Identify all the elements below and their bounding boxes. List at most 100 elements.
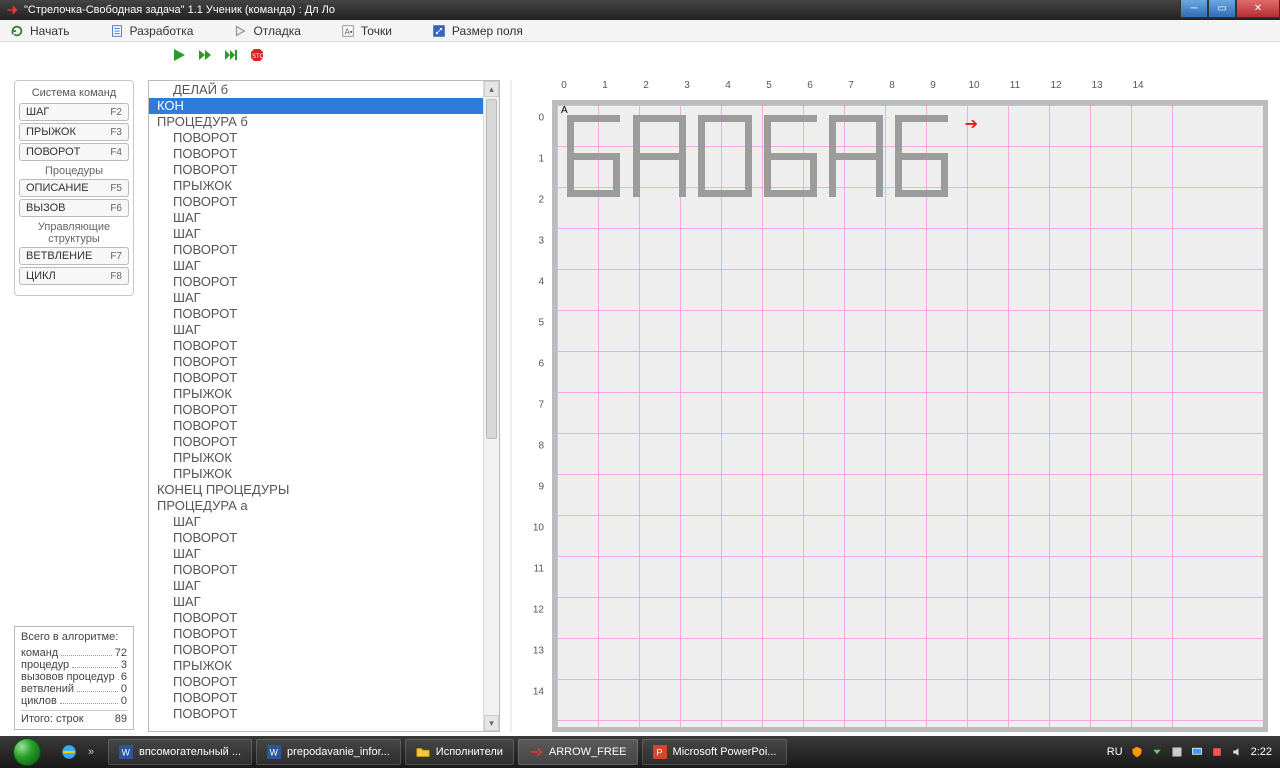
run-button[interactable] xyxy=(170,46,188,64)
code-line[interactable]: ШАГ xyxy=(149,258,483,274)
ruler-left: 01234567891011121314 xyxy=(522,108,548,732)
code-line[interactable]: ШАГ xyxy=(149,514,483,530)
tray-action-icon[interactable] xyxy=(1211,746,1223,758)
clock[interactable]: 2:22 xyxy=(1251,746,1272,758)
code-line[interactable]: ПОВОРОТ xyxy=(149,642,483,658)
code-line[interactable]: ПОВОРОТ xyxy=(149,338,483,354)
fast-forward-button[interactable] xyxy=(196,46,214,64)
code-line[interactable]: ШАГ xyxy=(149,226,483,242)
palette-btn-описание[interactable]: ОПИСАНИЕF5 xyxy=(19,179,129,197)
palette-btn-поворот[interactable]: ПОВОРОТF4 xyxy=(19,143,129,161)
tray-shield-icon[interactable] xyxy=(1131,746,1143,758)
code-line[interactable]: ПРЫЖОК xyxy=(149,658,483,674)
menu-debug[interactable]: Отладка xyxy=(233,24,300,38)
start-button[interactable] xyxy=(0,736,54,768)
palette-btn-шаг[interactable]: ШАГF2 xyxy=(19,103,129,121)
stats-title: Всего в алгоритме: xyxy=(21,631,127,643)
code-line[interactable]: ПОВОРОТ xyxy=(149,354,483,370)
menu-fieldsize[interactable]: Размер поля xyxy=(432,24,523,38)
taskbar-item[interactable]: ARROW_FREE xyxy=(518,739,638,765)
taskbar-item[interactable]: PMicrosoft PowerPoi... xyxy=(642,739,788,765)
code-line[interactable]: ПОВОРОТ xyxy=(149,418,483,434)
code-line[interactable]: ПОВОРОТ xyxy=(149,370,483,386)
menu-develop[interactable]: Разработка xyxy=(110,24,194,38)
code-line[interactable]: ШАГ xyxy=(149,210,483,226)
system-tray: RU 2:22 xyxy=(1107,746,1280,758)
code-line[interactable]: ПОВОРОТ xyxy=(149,146,483,162)
stop-button[interactable]: STOP xyxy=(248,46,266,64)
code-line[interactable]: КОНЕЦ ПРОЦЕДУРЫ xyxy=(149,482,483,498)
code-line[interactable]: ПОВОРОТ xyxy=(149,194,483,210)
tray-generic-icon[interactable] xyxy=(1171,746,1183,758)
code-line[interactable]: ПОВОРОТ xyxy=(149,162,483,178)
code-line[interactable]: ПОВОРОТ xyxy=(149,130,483,146)
taskbar-item[interactable]: Wprepodavanie_infor... xyxy=(256,739,401,765)
points-icon: A• xyxy=(341,24,355,38)
code-line[interactable]: ПОВОРОТ xyxy=(149,674,483,690)
document-icon xyxy=(110,24,124,38)
code-listing[interactable]: ДЕЛАЙ бКОНПРОЦЕДУРА бПОВОРОТПОВОРОТПОВОР… xyxy=(148,80,500,732)
resize-icon xyxy=(432,24,446,38)
code-line[interactable]: ПРОЦЕДУРА б xyxy=(149,114,483,130)
code-line[interactable]: ПОВОРОТ xyxy=(149,434,483,450)
svg-text:STOP: STOP xyxy=(252,54,265,60)
palette-btn-вызов[interactable]: ВЫЗОВF6 xyxy=(19,199,129,217)
point-a-label: A xyxy=(561,105,568,116)
scroll-down-button[interactable]: ▾ xyxy=(484,715,499,731)
code-line[interactable]: КОН xyxy=(149,98,483,114)
palette-btn-ветвление[interactable]: ВЕТВЛЕНИЕF7 xyxy=(19,247,129,265)
ie-icon[interactable] xyxy=(60,743,78,761)
tray-volume-icon[interactable] xyxy=(1231,746,1243,758)
code-line[interactable]: ПОВОРОТ xyxy=(149,562,483,578)
code-line[interactable]: ДЕЛАЙ б xyxy=(149,82,483,98)
language-indicator[interactable]: RU xyxy=(1107,746,1123,758)
grid-frame: A ➔ xyxy=(552,100,1268,732)
menu-start[interactable]: Начать xyxy=(10,24,70,38)
stats-panel: Всего в алгоритме: команд72процедур3вызо… xyxy=(14,626,134,730)
palette-subtitle-structures: Управляющие структуры xyxy=(19,221,129,245)
code-line[interactable]: ПРЫЖОК xyxy=(149,386,483,402)
code-line[interactable]: ПОВОРОТ xyxy=(149,274,483,290)
code-line[interactable]: ШАГ xyxy=(149,578,483,594)
close-button[interactable]: ✕ xyxy=(1236,0,1280,18)
code-line[interactable]: ПРЫЖОК xyxy=(149,178,483,194)
menu-points[interactable]: A• Точки xyxy=(341,24,392,38)
quick-launch: » xyxy=(54,743,106,761)
play-outline-icon xyxy=(233,24,247,38)
maximize-button[interactable]: ▭ xyxy=(1208,0,1236,18)
code-line[interactable]: ПОВОРОТ xyxy=(149,690,483,706)
windows-orb-icon xyxy=(13,738,41,766)
scroll-up-button[interactable]: ▴ xyxy=(484,81,499,97)
code-line[interactable]: ПОВОРОТ xyxy=(149,402,483,418)
minimize-button[interactable]: ─ xyxy=(1180,0,1208,18)
code-line[interactable]: ПРЫЖОК xyxy=(149,450,483,466)
code-line[interactable]: ПРЫЖОК xyxy=(149,466,483,482)
palette-subtitle-procedures: Процедуры xyxy=(19,165,129,177)
code-line[interactable]: ПОВОРОТ xyxy=(149,626,483,642)
code-line[interactable]: ПРОЦЕДУРА a xyxy=(149,498,483,514)
code-line[interactable]: ШАГ xyxy=(149,322,483,338)
app-icon xyxy=(6,4,18,16)
code-line[interactable]: ШАГ xyxy=(149,546,483,562)
code-line[interactable]: ШАГ xyxy=(149,594,483,610)
tray-monitor-icon[interactable] xyxy=(1191,746,1203,758)
code-line[interactable]: ПОВОРОТ xyxy=(149,242,483,258)
refresh-icon xyxy=(10,24,24,38)
step-button[interactable] xyxy=(222,46,240,64)
quick-chevron[interactable]: » xyxy=(82,743,100,761)
palette-btn-прыжок[interactable]: ПРЫЖОКF3 xyxy=(19,123,129,141)
taskbar: » Wвпсомогательный ...Wprepodavanie_info… xyxy=(0,736,1280,768)
code-line[interactable]: ПОВОРОТ xyxy=(149,706,483,722)
scrollbar[interactable]: ▴ ▾ xyxy=(483,81,499,731)
code-line[interactable]: ШАГ xyxy=(149,290,483,306)
scroll-thumb[interactable] xyxy=(486,99,497,439)
taskbar-item[interactable]: Исполнители xyxy=(405,739,514,765)
palette-btn-цикл[interactable]: ЦИКЛF8 xyxy=(19,267,129,285)
code-line[interactable]: ПОВОРОТ xyxy=(149,610,483,626)
tray-down-icon[interactable] xyxy=(1151,746,1163,758)
code-line[interactable]: ПОВОРОТ xyxy=(149,530,483,546)
taskbar-item[interactable]: Wвпсомогательный ... xyxy=(108,739,252,765)
code-line[interactable]: ПОВОРОТ xyxy=(149,306,483,322)
divider[interactable] xyxy=(510,80,512,732)
menu-bar: Начать Разработка Отладка A• Точки Разме… xyxy=(0,20,1280,42)
